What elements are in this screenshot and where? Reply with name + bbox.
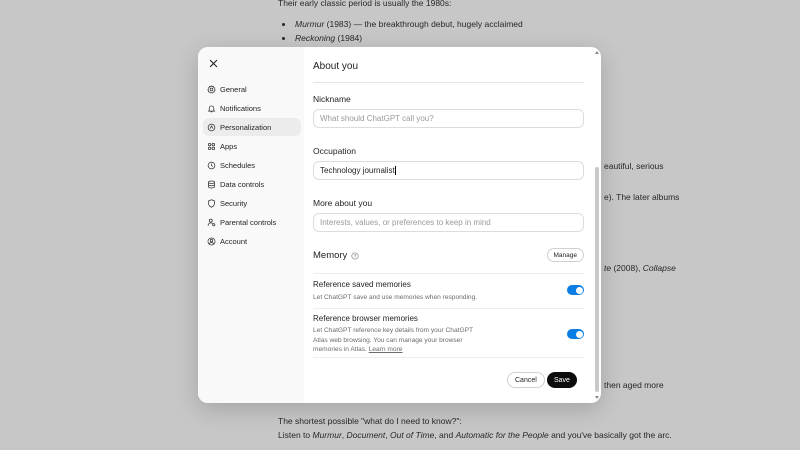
sidebar-item-label: Notifications [220,103,261,113]
gear-icon [207,84,216,93]
close-icon [209,59,217,67]
more-about-you-input[interactable] [313,213,584,232]
sidebar-item-label: Account [220,236,248,246]
sidebar-item-label: Apps [220,141,238,151]
personalization-icon [207,123,216,131]
browser-memories-desc: Let ChatGPT reference key details from y… [313,327,473,354]
sidebar-item-security[interactable]: Security [203,194,301,212]
sidebar-item-label: Personalization [220,122,272,132]
sidebar-item-parental-controls[interactable]: Parental controls [203,213,301,231]
saved-memories-desc: Let ChatGPT save and use memories when r… [313,294,478,301]
occupation-label: Occupation [313,146,356,156]
sidebar-item-label: General [220,84,247,94]
memory-divider [313,357,584,358]
sidebar-item-label: Parental controls [220,217,277,227]
manage-memory-button[interactable]: Manage [546,248,584,262]
sidebar-item-personalization[interactable]: Personalization [203,118,301,136]
parental-icon [207,218,216,226]
database-icon [208,180,215,188]
memory-heading: Memory [313,250,359,261]
panel-title: About you [313,61,359,72]
sidebar-item-general[interactable]: General [203,80,301,98]
occupation-input[interactable]: Technology journalist [313,161,584,180]
scroll-thumb[interactable] [595,167,599,392]
saved-memories-toggle[interactable] [567,285,584,295]
memory-title: Memory [313,250,348,261]
save-button[interactable]: Save [547,372,577,388]
sidebar-item-account[interactable]: Account [203,232,301,250]
settings-sidebar: General Notifications Personalization Ap… [198,47,304,403]
sidebar-item-schedules[interactable]: Schedules [203,156,301,174]
apps-grid-icon [207,142,216,150]
scroll-down-arrow[interactable] [595,396,599,399]
cancel-button[interactable]: Cancel [507,372,545,388]
browser-memories-toggle[interactable] [567,329,584,339]
sidebar-item-apps[interactable]: Apps [203,137,301,155]
info-icon[interactable] [351,251,359,260]
sidebar-item-label: Security [220,198,248,208]
memory-divider [313,273,584,274]
learn-more-link[interactable]: Learn more [369,346,403,353]
sidebar-item-notifications[interactable]: Notifications [203,99,301,117]
title-divider [313,82,584,83]
personalization-panel: About you Nickname Occupation Technology… [304,47,601,403]
shield-icon [208,198,215,208]
clock-icon [207,161,216,169]
scroll-up-arrow[interactable] [595,51,599,54]
close-button[interactable] [206,56,220,70]
bell-icon [207,105,216,112]
sidebar-item-label: Schedules [220,160,256,170]
occupation-value: Technology journalist [320,166,396,175]
saved-memories-title: Reference saved memories [313,280,411,289]
settings-modal: General Notifications Personalization Ap… [198,47,601,403]
more-about-you-label: More about you [313,198,373,208]
browser-memories-title: Reference browser memories [313,314,418,323]
nickname-input[interactable] [313,109,584,128]
nickname-label: Nickname [313,94,351,104]
panel-scrollbar[interactable] [595,51,599,399]
memory-divider [313,308,584,309]
sidebar-item-label: Data controls [220,179,265,189]
sidebar-item-data-controls[interactable]: Data controls [203,175,301,193]
account-icon [207,237,216,245]
